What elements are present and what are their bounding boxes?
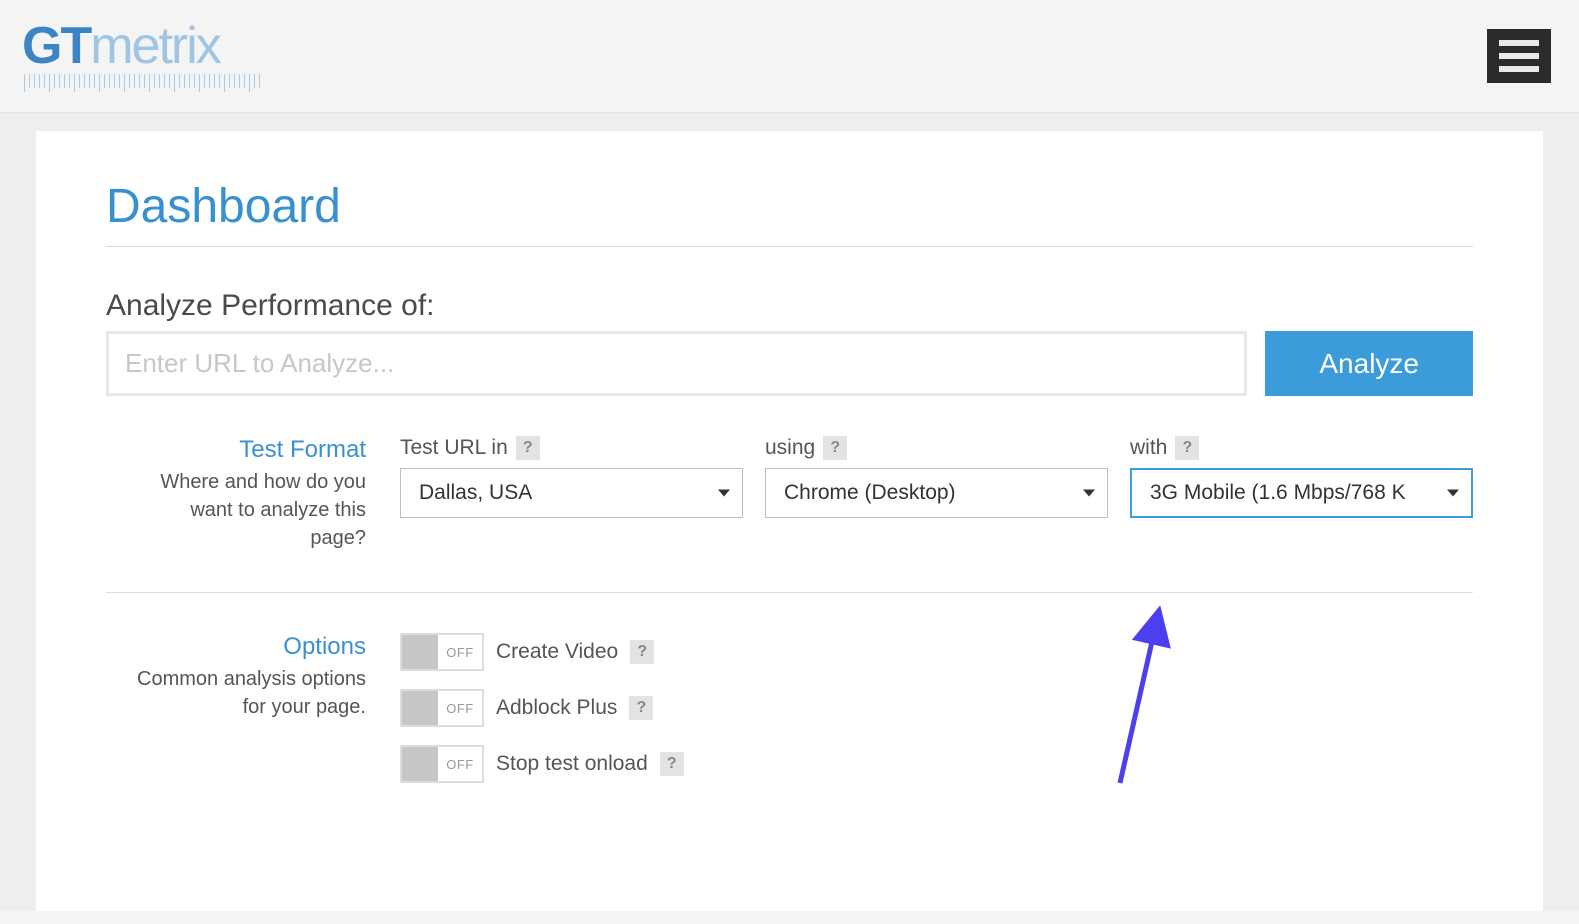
location-label: Test URL in xyxy=(400,436,508,460)
browser-value: Chrome (Desktop) xyxy=(784,481,956,505)
options-side: Options Common analysis options for your… xyxy=(136,633,366,801)
analyze-label: Analyze Performance of: xyxy=(106,289,1473,323)
toggle-state: OFF xyxy=(438,645,482,660)
toggle-knob xyxy=(402,691,438,725)
option-stop-onload: OFF Stop test onload ? xyxy=(400,745,1473,783)
connection-select[interactable]: 3G Mobile (1.6 Mbps/768 K xyxy=(1130,468,1473,518)
test-format-side: Test Format Where and how do you want to… xyxy=(136,436,366,552)
toggle-stop-onload[interactable]: OFF xyxy=(400,745,484,783)
url-input[interactable] xyxy=(109,334,1244,393)
logo-metrix: metrix xyxy=(90,17,220,75)
test-format-fields: Test URL in ? Dallas, USA using ? Chrome… xyxy=(400,436,1473,552)
toggle-adblock[interactable]: OFF xyxy=(400,689,484,727)
url-input-wrap xyxy=(106,331,1247,396)
help-icon[interactable]: ? xyxy=(629,696,653,720)
toggle-knob xyxy=(402,747,438,781)
logo[interactable]: GTmetrix xyxy=(22,20,264,92)
browser-label: using xyxy=(765,436,815,460)
option-label: Create Video xyxy=(496,640,618,664)
option-label: Stop test onload xyxy=(496,752,648,776)
option-adblock: OFF Adblock Plus ? xyxy=(400,689,1473,727)
content-band: Dashboard Analyze Performance of: Analyz… xyxy=(0,113,1579,911)
test-format-title: Test Format xyxy=(136,436,366,464)
test-format-section: Test Format Where and how do you want to… xyxy=(106,436,1473,593)
location-field: Test URL in ? Dallas, USA xyxy=(400,436,743,552)
help-icon[interactable]: ? xyxy=(630,640,654,664)
page-title: Dashboard xyxy=(106,179,1473,247)
chevron-down-icon xyxy=(1447,490,1459,497)
options-fields: OFF Create Video ? OFF Adblock Plus ? xyxy=(400,633,1473,801)
browser-select[interactable]: Chrome (Desktop) xyxy=(765,468,1108,518)
help-icon[interactable]: ? xyxy=(823,436,847,460)
logo-gt: GT xyxy=(22,17,90,75)
options-desc: Common analysis options for your page. xyxy=(136,665,366,721)
analyze-button[interactable]: Analyze xyxy=(1265,331,1473,396)
analyze-row: Analyze xyxy=(106,331,1473,396)
help-icon[interactable]: ? xyxy=(516,436,540,460)
location-value: Dallas, USA xyxy=(419,481,532,505)
browser-field: using ? Chrome (Desktop) xyxy=(765,436,1108,552)
option-create-video: OFF Create Video ? xyxy=(400,633,1473,671)
logo-ruler xyxy=(24,74,264,92)
toggle-state: OFF xyxy=(438,757,482,772)
dashboard-card: Dashboard Analyze Performance of: Analyz… xyxy=(36,131,1543,911)
toggle-create-video[interactable]: OFF xyxy=(400,633,484,671)
connection-value: 3G Mobile (1.6 Mbps/768 K xyxy=(1150,481,1406,505)
site-header: GTmetrix xyxy=(0,0,1579,113)
toggle-state: OFF xyxy=(438,701,482,716)
option-label: Adblock Plus xyxy=(496,696,617,720)
options-section: Options Common analysis options for your… xyxy=(106,633,1473,841)
help-icon[interactable]: ? xyxy=(1175,436,1199,460)
options-title: Options xyxy=(136,633,366,661)
chevron-down-icon xyxy=(718,490,730,497)
connection-label: with xyxy=(1130,436,1167,460)
menu-icon[interactable] xyxy=(1487,29,1551,83)
chevron-down-icon xyxy=(1083,490,1095,497)
toggle-knob xyxy=(402,635,438,669)
location-select[interactable]: Dallas, USA xyxy=(400,468,743,518)
help-icon[interactable]: ? xyxy=(660,752,684,776)
connection-field: with ? 3G Mobile (1.6 Mbps/768 K xyxy=(1130,436,1473,552)
test-format-desc: Where and how do you want to analyze thi… xyxy=(136,468,366,552)
